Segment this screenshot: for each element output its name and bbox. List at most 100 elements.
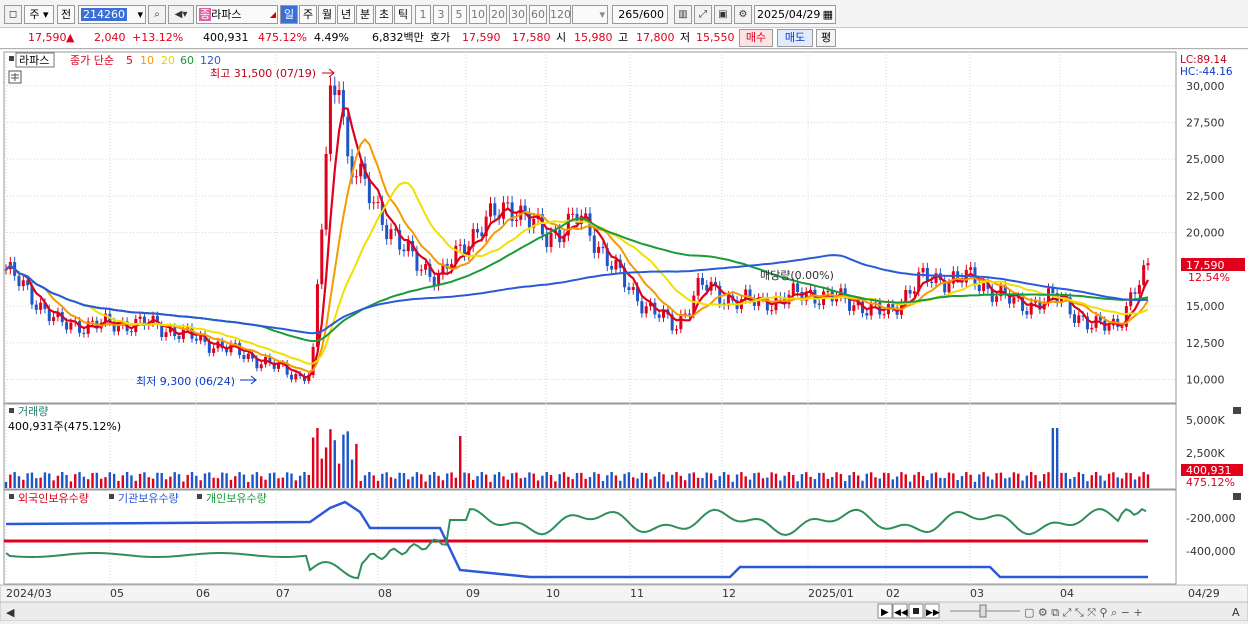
chart-svg[interactable]: 30,000 27,500 25,000 22,500 20,000 15,000 12,5… (0, 50, 1248, 622)
volume-bar (216, 478, 220, 488)
volume-bar (39, 477, 42, 488)
toolbar-icons[interactable]: ▢ ⚙ ⧉ ⤢ ⤡ ⤧ ⚲ ⌕ − + (1024, 606, 1143, 619)
sell-button[interactable]: 매도 (777, 29, 813, 47)
volume-bar (1064, 472, 1068, 488)
volume-bar (528, 472, 531, 488)
speaker-icon[interactable]: ◀▾ (168, 5, 194, 24)
stock-name-field[interactable]: 종라파스 ◢ (196, 5, 278, 24)
volume-bar (848, 475, 851, 488)
volume-bar (727, 474, 730, 488)
buy-button[interactable]: 매수 (739, 29, 773, 47)
chart-area[interactable]: 30,000 27,500 25,000 22,500 20,000 15,000 12,5… (0, 50, 1248, 622)
volume-bar (904, 474, 907, 488)
candle-body (458, 244, 462, 246)
count-value: 265 (618, 8, 640, 21)
volume-bar (722, 472, 726, 488)
volume-bar (1017, 473, 1020, 488)
holdings-mark-icon (109, 494, 114, 499)
candle-body (995, 296, 999, 302)
chevron-down-icon[interactable]: ▾ (137, 6, 143, 23)
high-label: 고 (618, 31, 629, 44)
scroll-left-icon[interactable]: ◀ (6, 606, 15, 619)
candle-body (1146, 263, 1150, 266)
gear-icon[interactable]: ⚙ (734, 5, 752, 24)
volume-bar (303, 472, 306, 488)
rewind-icon-glyph: ◀◀ (894, 608, 908, 618)
candle-body (177, 336, 181, 339)
candle-body (930, 281, 934, 284)
period-tab-3[interactable]: 년 (337, 5, 355, 24)
volume-bar (355, 443, 358, 488)
volume-bar (484, 474, 488, 488)
date-field[interactable]: 2025/04/29 ▦ (754, 5, 836, 24)
interval-button-7[interactable]: 120 (549, 5, 571, 24)
calendar-icon[interactable]: ▦ (823, 6, 833, 23)
volume-value: 400,931주(475.12%) (8, 420, 121, 433)
hc-label: HC:-44.16 (1180, 66, 1233, 78)
volume-bar (800, 474, 804, 488)
volume-bar (91, 472, 94, 488)
period-tab-4[interactable]: 분 (356, 5, 374, 24)
candle-body (848, 298, 852, 311)
zoom-slider-handle[interactable] (979, 604, 987, 618)
volume-bar (770, 472, 773, 488)
candle-body (39, 302, 43, 310)
volume-bar (363, 475, 367, 488)
period-tab-5[interactable]: 초 (375, 5, 393, 24)
holding-series-0: 외국인보유수량 (18, 492, 89, 505)
volume-bar (636, 478, 639, 488)
search-icon[interactable]: ⌕ (148, 5, 166, 24)
interval-button-0[interactable]: 1 (415, 5, 431, 24)
period-tab-0[interactable]: 일 (280, 5, 298, 24)
volume-bar (195, 475, 198, 488)
volume-bar (493, 474, 497, 488)
volume-bar (74, 474, 77, 488)
candle-body (1142, 265, 1146, 286)
avg-button[interactable]: 평 (816, 29, 836, 47)
stock-code-input[interactable]: 214260 ▾ (78, 5, 146, 24)
candle-icon[interactable]: ▥ (674, 5, 692, 24)
y-tick-label: 12,500 (1186, 337, 1225, 350)
font-size-icon[interactable]: A (1232, 606, 1240, 619)
volume-bar (441, 480, 445, 488)
volume-bar (463, 472, 466, 488)
interval-button-6[interactable]: 60 (529, 5, 547, 24)
interval-button-5[interactable]: 30 (509, 5, 527, 24)
volume-bar (1021, 480, 1024, 488)
volume-close-icon[interactable] (1233, 407, 1241, 414)
window-icon[interactable]: ◻ (4, 5, 22, 24)
volume-bar (519, 478, 522, 488)
candle-body (679, 314, 683, 330)
interval-button-4[interactable]: 20 (489, 5, 507, 24)
volume-bar (1034, 475, 1037, 488)
low-annotation: 최저 9,300 (06/24) (136, 375, 235, 388)
count-field[interactable]: 265/600 (612, 5, 668, 24)
volume-bar (701, 478, 704, 488)
up-arrow-icon: ▲ (66, 31, 75, 44)
volume-bar (143, 472, 146, 488)
period-tab-6[interactable]: 틱 (394, 5, 412, 24)
volume-bar (307, 474, 311, 488)
period-type-select[interactable]: 주 ▾ (24, 5, 54, 24)
candle-body (687, 313, 691, 315)
interval-button-3[interactable]: 10 (469, 5, 487, 24)
holding-tick-0: -200,000 (1186, 512, 1235, 525)
change-pct: +13.12% (132, 31, 184, 44)
volume-bar (930, 473, 933, 488)
change-value: 2,040 (94, 31, 126, 44)
interval-button-2[interactable]: 5 (451, 5, 467, 24)
interval-select[interactable]: ▾ (572, 5, 608, 24)
interval-button-1[interactable]: 3 (433, 5, 449, 24)
save-icon[interactable]: ▣ (714, 5, 732, 24)
corner-mark-icon: ◢ (269, 10, 276, 19)
volume-bar (774, 473, 778, 488)
holdings-close-icon[interactable] (1233, 493, 1241, 500)
period-tab-1[interactable]: 주 (299, 5, 317, 24)
draw-icon[interactable]: ⤢ (694, 5, 712, 24)
matching-annotation: 매당량(0.00%) (760, 269, 834, 282)
period-tab-2[interactable]: 월 (318, 5, 336, 24)
prev-button[interactable]: 전 (57, 5, 75, 24)
x-label: 10 (546, 587, 560, 600)
volume-bar (82, 476, 86, 488)
candle-body (359, 163, 363, 177)
